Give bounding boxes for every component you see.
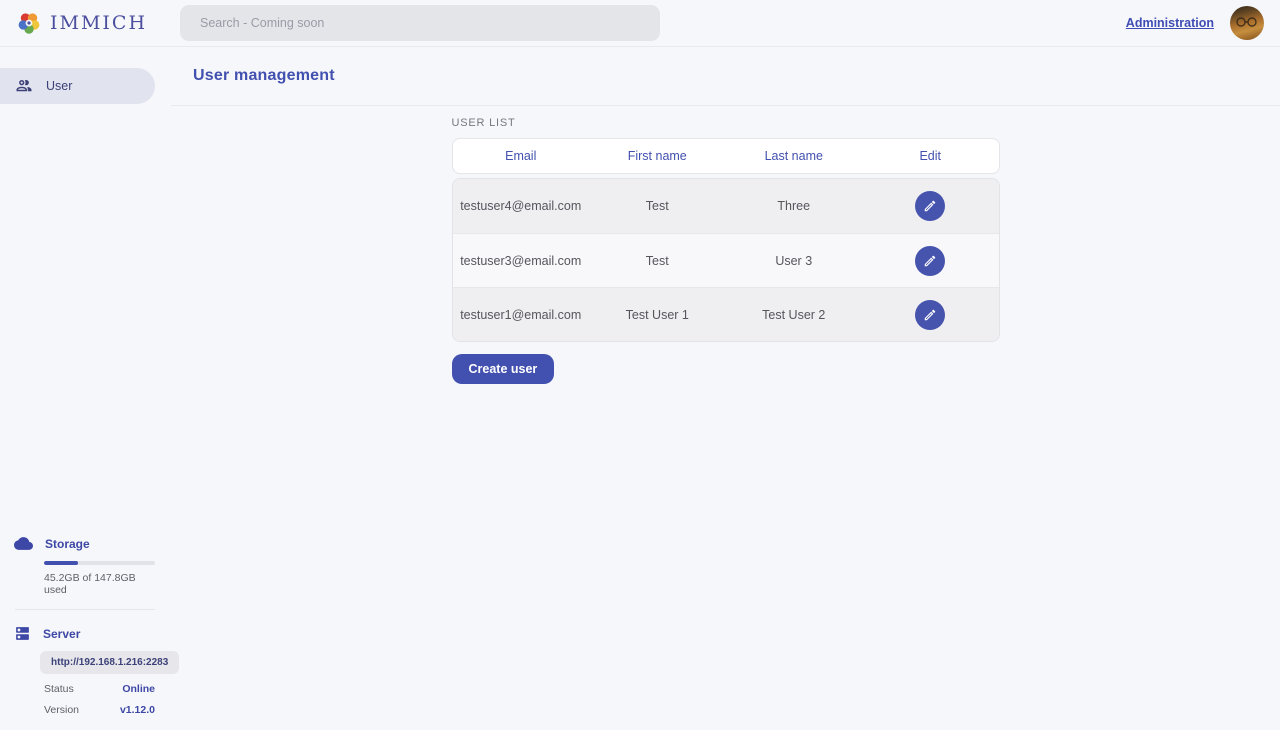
last-name-cell: User 3 <box>726 254 863 268</box>
title-bar: User management <box>171 47 1280 106</box>
column-header-email: Email <box>453 149 590 163</box>
user-table-body: testuser4@email.com Test Three testuser3… <box>452 178 1000 342</box>
first-name-cell: Test User 1 <box>589 308 726 322</box>
sidebar: User Storage 45.2GB of 147.8GB used Serv… <box>0 47 171 730</box>
version-label: Version <box>44 704 79 716</box>
immich-flower-icon <box>16 10 42 36</box>
first-name-cell: Test <box>589 254 726 268</box>
last-name-cell: Test User 2 <box>726 308 863 322</box>
email-cell: testuser3@email.com <box>453 254 590 268</box>
edit-user-button[interactable] <box>915 191 945 221</box>
glasses-graphic <box>1234 17 1260 27</box>
first-name-cell: Test <box>589 199 726 213</box>
pencil-icon <box>923 254 937 268</box>
administration-link[interactable]: Administration <box>1126 16 1214 30</box>
users-icon <box>15 77 33 95</box>
search-placeholder: Search - Coming soon <box>200 16 324 30</box>
server-label: Server <box>43 627 80 641</box>
pencil-icon <box>923 199 937 213</box>
column-header-first-name: First name <box>589 149 726 163</box>
version-value: v1.12.0 <box>120 704 155 716</box>
last-name-cell: Three <box>726 199 863 213</box>
create-user-button[interactable]: Create user <box>452 354 555 384</box>
cloud-icon <box>14 534 33 553</box>
storage-progress-bar <box>44 561 155 565</box>
column-header-edit: Edit <box>862 149 999 163</box>
table-row: testuser1@email.com Test User 1 Test Use… <box>453 287 999 341</box>
edit-user-button[interactable] <box>915 246 945 276</box>
storage-usage-text: 45.2GB of 147.8GB used <box>44 572 155 596</box>
sidebar-footer: Storage 45.2GB of 147.8GB used Server ht… <box>0 534 171 730</box>
server-icon <box>14 625 31 642</box>
storage-progress-fill <box>44 561 78 565</box>
user-table-header: Email First name Last name Edit <box>452 138 1000 174</box>
table-row: testuser3@email.com Test User 3 <box>453 233 999 287</box>
edit-user-button[interactable] <box>915 300 945 330</box>
server-status-row: Status Online <box>44 683 155 695</box>
main-content: User management USER LIST Email First na… <box>171 47 1280 730</box>
table-row: testuser4@email.com Test Three <box>453 179 999 233</box>
section-title: USER LIST <box>452 117 1000 129</box>
search-input[interactable]: Search - Coming soon <box>180 5 660 41</box>
immich-logo[interactable]: IMMICH <box>16 10 147 36</box>
column-header-last-name: Last name <box>726 149 863 163</box>
email-cell: testuser1@email.com <box>453 308 590 322</box>
status-label: Status <box>44 683 74 695</box>
storage-label: Storage <box>45 537 90 551</box>
sidebar-item-user-label: User <box>46 79 72 93</box>
user-avatar[interactable] <box>1230 6 1264 40</box>
server-version-row: Version v1.12.0 <box>44 704 155 716</box>
user-list-section: USER LIST Email First name Last name Edi… <box>452 106 1000 384</box>
top-bar: IMMICH Search - Coming soon Administrati… <box>0 0 1280 47</box>
status-value: Online <box>122 683 155 695</box>
email-cell: testuser4@email.com <box>453 199 590 213</box>
logo-text: IMMICH <box>50 12 147 34</box>
page-title: User management <box>193 67 335 85</box>
server-url-badge: http://192.168.1.216:2283 <box>40 651 179 674</box>
sidebar-divider <box>15 609 155 610</box>
sidebar-item-user[interactable]: User <box>0 68 155 104</box>
pencil-icon <box>923 308 937 322</box>
